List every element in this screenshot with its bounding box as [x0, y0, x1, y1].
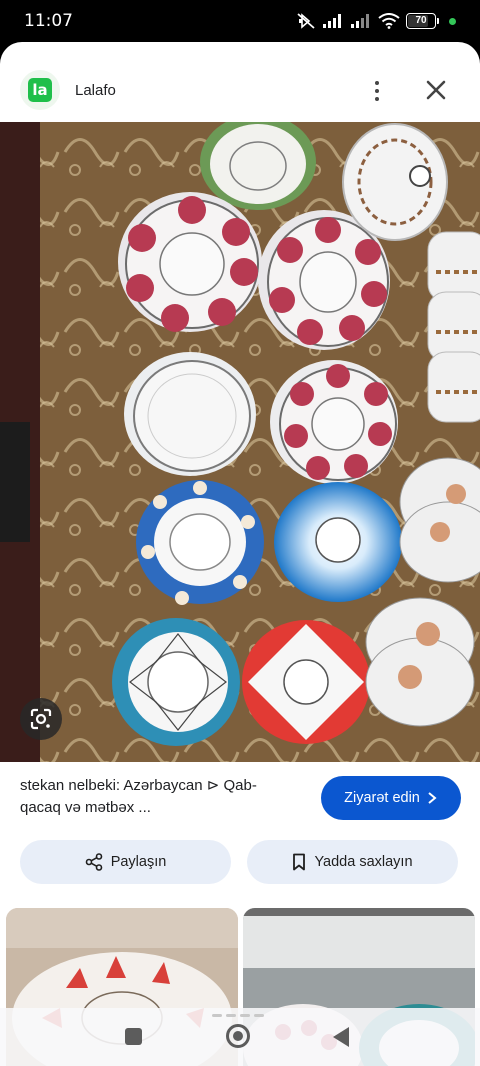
- more-options-button[interactable]: [362, 74, 392, 108]
- status-time: 11:07: [24, 11, 73, 31]
- more-vert-icon: [375, 81, 379, 85]
- recents-button[interactable]: [125, 1028, 142, 1045]
- battery-level: 70: [415, 15, 427, 26]
- signal-icon: [351, 14, 369, 28]
- cups-and-saucers-photo: [0, 122, 480, 762]
- back-button[interactable]: [333, 1027, 349, 1047]
- signal-icon: [323, 14, 341, 28]
- google-lens-button[interactable]: [20, 698, 62, 740]
- mute-icon: [297, 13, 315, 29]
- chevron-right-icon: [428, 792, 437, 804]
- wifi-icon: [378, 13, 400, 29]
- save-button[interactable]: Yadda saxlayın: [247, 840, 458, 884]
- status-icons: 70: [296, 12, 456, 30]
- site-logo: la: [20, 70, 60, 110]
- result-image[interactable]: [0, 122, 480, 762]
- image-preview-sheet: la Lalafo stekan nelbeki: Azərbaycan ⊳ Q…: [0, 42, 480, 1066]
- lalafo-logo-icon: la: [28, 78, 52, 102]
- share-button-label: Paylaşın: [110, 854, 167, 870]
- page-indicator: [212, 1014, 264, 1017]
- system-nav-bar: [0, 1008, 480, 1066]
- site-name[interactable]: Lalafo: [75, 82, 116, 99]
- close-icon[interactable]: [420, 74, 452, 106]
- bookmark-icon: [293, 853, 306, 871]
- visit-button-label: Ziyarət edin: [344, 790, 420, 806]
- home-button[interactable]: [226, 1024, 250, 1048]
- status-bar: 11:07 70: [0, 0, 480, 42]
- result-caption[interactable]: stekan nelbeki: Azərbaycan ⊳ Qab-qacaq v…: [20, 775, 290, 819]
- lens-icon: [30, 708, 52, 730]
- share-button[interactable]: Paylaşın: [20, 840, 231, 884]
- privacy-indicator-dot: [449, 17, 456, 25]
- sheet-header: la Lalafo: [0, 42, 480, 122]
- battery-icon: 70: [406, 13, 436, 29]
- save-button-label: Yadda saxlayın: [314, 854, 413, 870]
- share-icon: [85, 853, 102, 871]
- visit-button[interactable]: Ziyarət edin: [321, 776, 461, 820]
